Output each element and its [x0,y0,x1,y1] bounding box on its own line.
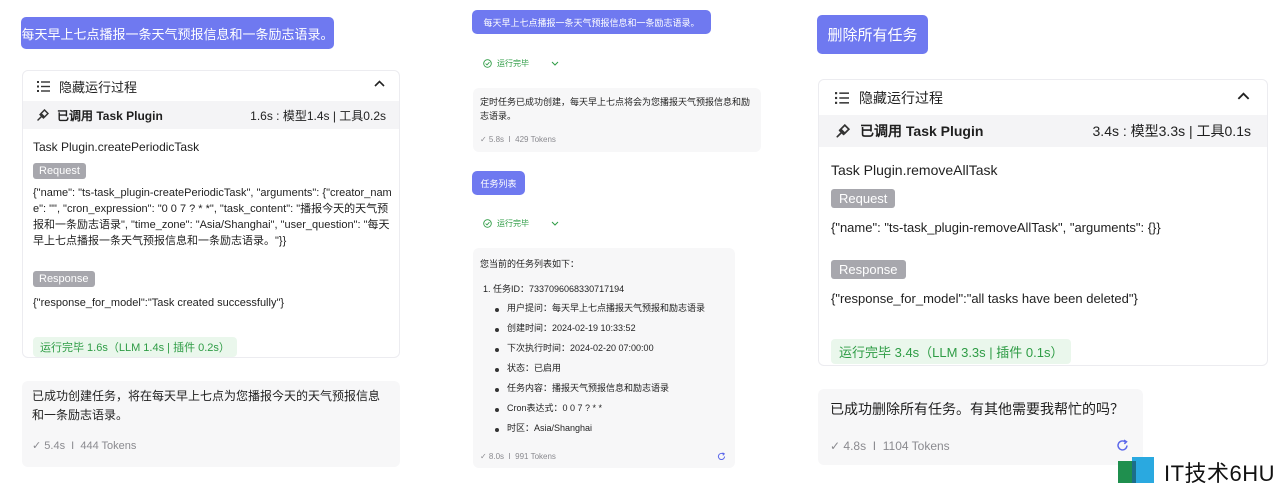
request-tag: Request [831,189,896,208]
response-tag: Response [33,271,95,287]
answer-stats: ✓ 5.4s I 444 Tokens [32,440,137,452]
user-message-text: 删除所有任务 [827,27,918,44]
plugin-time: 3.4s : 模型3.3s | 工具0.1s [1092,123,1251,139]
request-tag: Request [33,163,86,179]
plugin-call-row: 已调用 Task Plugin 1.6s : 模型1.4s | 工具0.2s [23,101,399,129]
list-item: 下次执行时间：2024-02-20 07:00:00 [493,341,731,361]
check-circle-icon [483,58,492,68]
list-item: Cron表达式：0 0 7 ? * * [493,401,731,421]
user-message-bubble: 每天早上七点播报一条天气预报信息和一条励志语录。 [472,10,711,34]
chevron-up-icon[interactable] [374,80,385,87]
run-status-text: 运行完毕 [497,218,529,228]
assistant-answer-card: 已成功创建任务，将在每天早上七点为您播报今天的天气预报信息和一条励志语录。 ✓ … [22,381,400,467]
response-body: {"response_for_model":"all tasks have be… [831,291,1138,306]
hide-run-process-toggle[interactable]: 隐藏运行过程 [819,80,1267,115]
plugin-time: 1.6s : 模型1.4s | 工具0.2s [250,108,386,123]
list-icon [36,79,50,93]
run-status-text: 运行完毕 [497,58,529,68]
assistant-answer-card: 定时任务已成功创建，每天早上七点将会为您播报天气预报信息和励志语录。 ✓ 5.8… [473,88,761,152]
plugin-icon [36,108,49,122]
answer-stats: ✓ 4.8s I 1104 Tokens [830,439,950,453]
answer-text: 已成功删除所有任务。有其他需要我帮忙的吗？ [830,401,1124,417]
answer-text: 定时任务已成功创建，每天早上七点将会为您播报天气预报信息和励志语录。 [480,97,751,122]
check-circle-icon [483,218,492,228]
user-message-text: 任务列表 [480,178,517,189]
user-message-bubble: 任务列表 [472,171,525,195]
run-process-panel: 隐藏运行过程 已调用 Task Plugin 3.4s : 模型3.3s | 工… [818,79,1268,366]
run-complete-status: 运行完毕 1.6s（LLM 1.4s | 插件 0.2s） [33,337,237,357]
request-body: {"name": "ts-task_plugin-createPeriodicT… [33,187,392,247]
user-message-bubble: 每天早上七点播报一条天气预报信息和一条励志语录。 [21,17,334,49]
plugin-called-label: 已调用 Task Plugin [860,123,984,139]
toggle-label: 隐藏运行过程 [859,89,943,106]
task-id: 1. 任务ID：7337096068330717194 [483,284,625,294]
run-process-panel: 隐藏运行过程 已调用 Task Plugin 1.6s : 模型1.4s | 工… [22,70,400,358]
task-list-card: 您当前的任务列表如下： 1. 任务ID：7337096068330717194 … [473,248,735,468]
answer-stats: ✓ 5.8s I 429 Tokens [480,135,556,144]
user-message-bubble: 删除所有任务 [817,15,928,54]
watermark-text: IT技术6HU [1164,461,1276,486]
plugin-icon [835,123,850,139]
plugin-called-label: 已调用 Task Plugin [57,108,163,123]
toggle-label: 隐藏运行过程 [59,79,138,95]
user-message-text: 每天早上七点播报一条天气预报信息和一条励志语录。 [483,17,700,28]
assistant-answer-card: 已成功删除所有任务。有其他需要我帮忙的吗？ ✓ 4.8s I 1104 Toke… [818,389,1143,465]
answer-text: 已成功创建任务，将在每天早上七点为您播报今天的天气预报信息和一条励志语录。 [32,389,381,423]
task-list-intro: 您当前的任务列表如下： [480,259,580,269]
list-item: 任务内容：播报天气预报信息和励志语录 [493,381,731,401]
list-icon [835,91,849,104]
function-name: Task Plugin.createPeriodicTask [33,140,200,154]
list-item: 创建时间：2024-02-19 10:33:52 [493,321,731,341]
plugin-call-row: 已调用 Task Plugin 3.4s : 模型3.3s | 工具0.1s [819,115,1267,147]
refresh-icon[interactable] [1116,439,1129,452]
run-complete-status: 运行完毕 3.4s（LLM 3.3s | 插件 0.1s） [831,339,1072,364]
function-name: Task Plugin.removeAllTask [831,162,998,178]
refresh-icon[interactable] [717,452,726,461]
answer-stats: ✓ 8.0s I 991 Tokens [480,452,556,461]
list-item: 状态：已启用 [493,361,731,381]
watermark-logo-icon [1118,457,1158,487]
list-item: 时区：Asia/Shanghai [493,421,731,441]
user-message-text: 每天早上七点播报一条天气预报信息和一条励志语录。 [21,26,334,42]
chevron-down-icon[interactable] [551,61,559,66]
watermark: IT技术6HU [1118,455,1275,489]
request-body: {"name": "ts-task_plugin-removeAllTask",… [831,220,1161,235]
hide-run-process-toggle[interactable]: 隐藏运行过程 [23,71,399,101]
response-tag: Response [831,260,906,279]
list-item: 用户提问：每天早上七点播报天气预报和励志语录 [493,301,731,321]
chevron-up-icon[interactable] [1237,92,1250,100]
task-detail-list: 用户提问：每天早上七点播报天气预报和励志语录 创建时间：2024-02-19 1… [493,301,731,441]
response-body: {"response_for_model":"Task created succ… [33,297,285,309]
run-status-row[interactable]: 运行完毕 [483,56,559,70]
run-status-row[interactable]: 运行完毕 [483,216,559,230]
chevron-down-icon[interactable] [551,221,559,226]
